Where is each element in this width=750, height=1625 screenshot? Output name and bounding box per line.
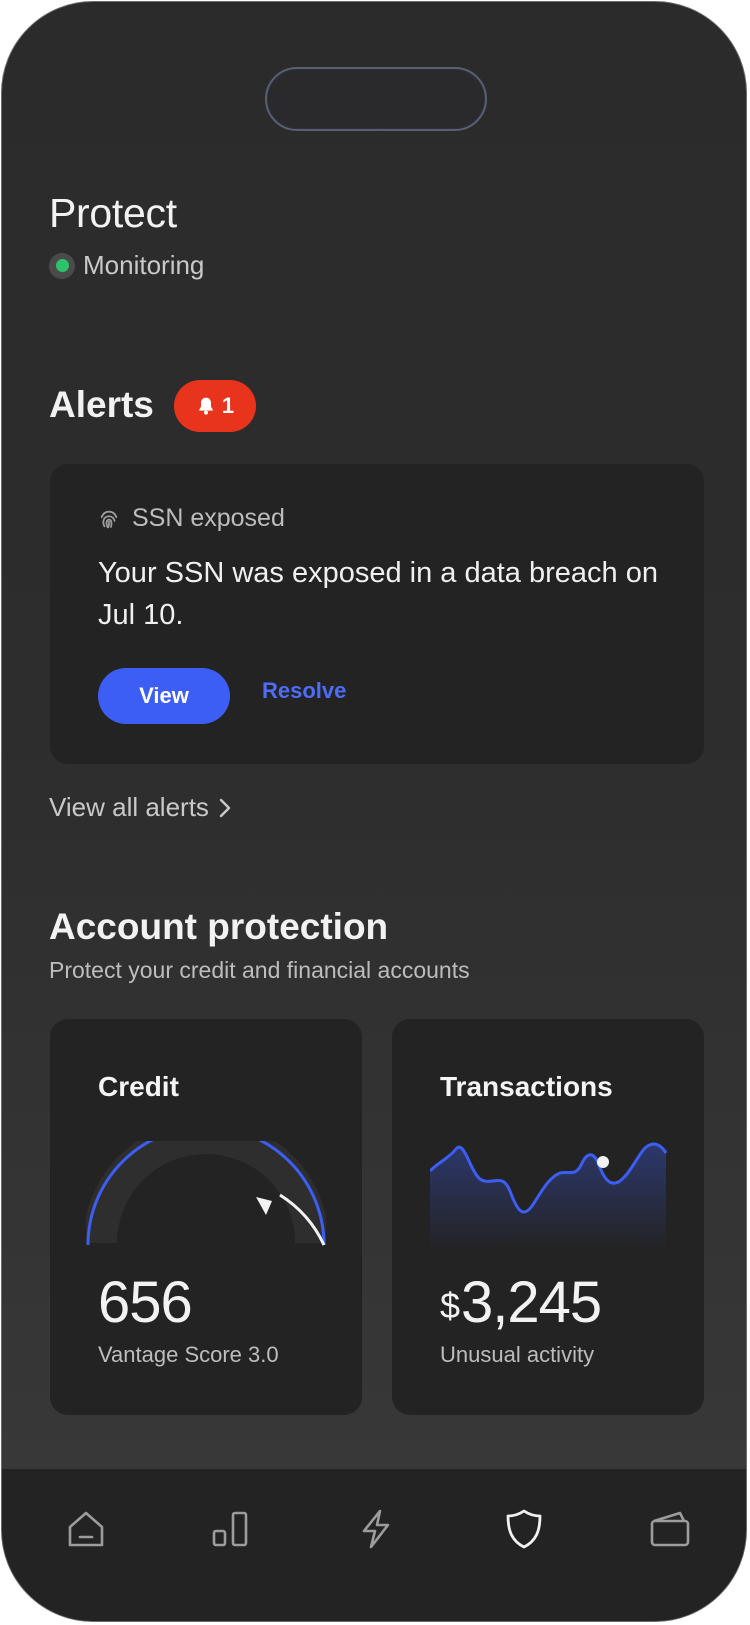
alert-count: 1: [221, 393, 235, 418]
transactions-sparkline: [430, 1142, 668, 1251]
view-all-alerts-label: View all alerts: [49, 792, 209, 822]
tab-bar: [2, 1469, 746, 1621]
view-button[interactable]: View: [98, 668, 230, 724]
transactions-amount: $3,245: [440, 1269, 602, 1336]
account-protection-subtitle: Protect your credit and financial accoun…: [49, 957, 470, 983]
bell-icon: [199, 397, 213, 415]
gauge-marker-icon: [256, 1197, 272, 1215]
lightning-icon: [362, 1509, 390, 1549]
home-icon: [68, 1511, 104, 1547]
alert-type-label: SSN exposed: [132, 504, 285, 532]
alerts-heading: Alerts: [49, 384, 154, 425]
tab-activity[interactable]: [352, 1505, 400, 1553]
transactions-card[interactable]: Transactions $3,245 Unusual activity: [392, 1019, 704, 1415]
credit-card[interactable]: Credit 656 Vantage Score 3.0: [50, 1019, 362, 1415]
currency-symbol: $: [440, 1285, 460, 1326]
transactions-label: Unusual activity: [440, 1342, 595, 1367]
alert-message: Your SSN was exposed in a data breach on…: [98, 557, 658, 631]
tab-home[interactable]: [62, 1505, 110, 1553]
alert-type: SSN exposed: [98, 504, 285, 533]
transactions-title: Transactions: [440, 1071, 613, 1102]
sparkline-marker: [597, 1156, 609, 1168]
credit-score-label: Vantage Score 3.0: [98, 1342, 279, 1367]
chart-icon: [212, 1511, 248, 1547]
chevron-right-icon: [219, 798, 231, 817]
resolve-button[interactable]: Resolve: [262, 678, 346, 704]
page-title: Protect: [49, 190, 177, 236]
fingerprint-icon: [100, 510, 118, 528]
view-all-alerts-link[interactable]: View all alerts: [49, 792, 233, 823]
credit-title: Credit: [98, 1071, 179, 1102]
status-label: Monitoring: [83, 250, 205, 280]
credit-score: 656: [98, 1270, 193, 1335]
monitoring-status: Monitoring: [49, 250, 204, 281]
alert-card[interactable]: SSN exposed Your SSN was exposed in a da…: [50, 464, 704, 764]
tab-protect[interactable]: [500, 1505, 548, 1553]
amount-value: 3,245: [461, 1270, 602, 1335]
phone-frame: Protect Monitoring Alerts 1 SSN exposed …: [1, 1, 747, 1622]
tab-stats[interactable]: [206, 1505, 254, 1553]
credit-gauge: [86, 1141, 326, 1246]
tab-wallet[interactable]: [646, 1505, 694, 1553]
status-dot-icon: [49, 252, 75, 279]
dynamic-island: [265, 67, 487, 131]
alert-count-badge: 1: [174, 380, 256, 432]
wallet-icon: [650, 1511, 690, 1547]
shield-icon: [506, 1509, 542, 1549]
account-protection-heading: Account protection: [49, 906, 389, 947]
